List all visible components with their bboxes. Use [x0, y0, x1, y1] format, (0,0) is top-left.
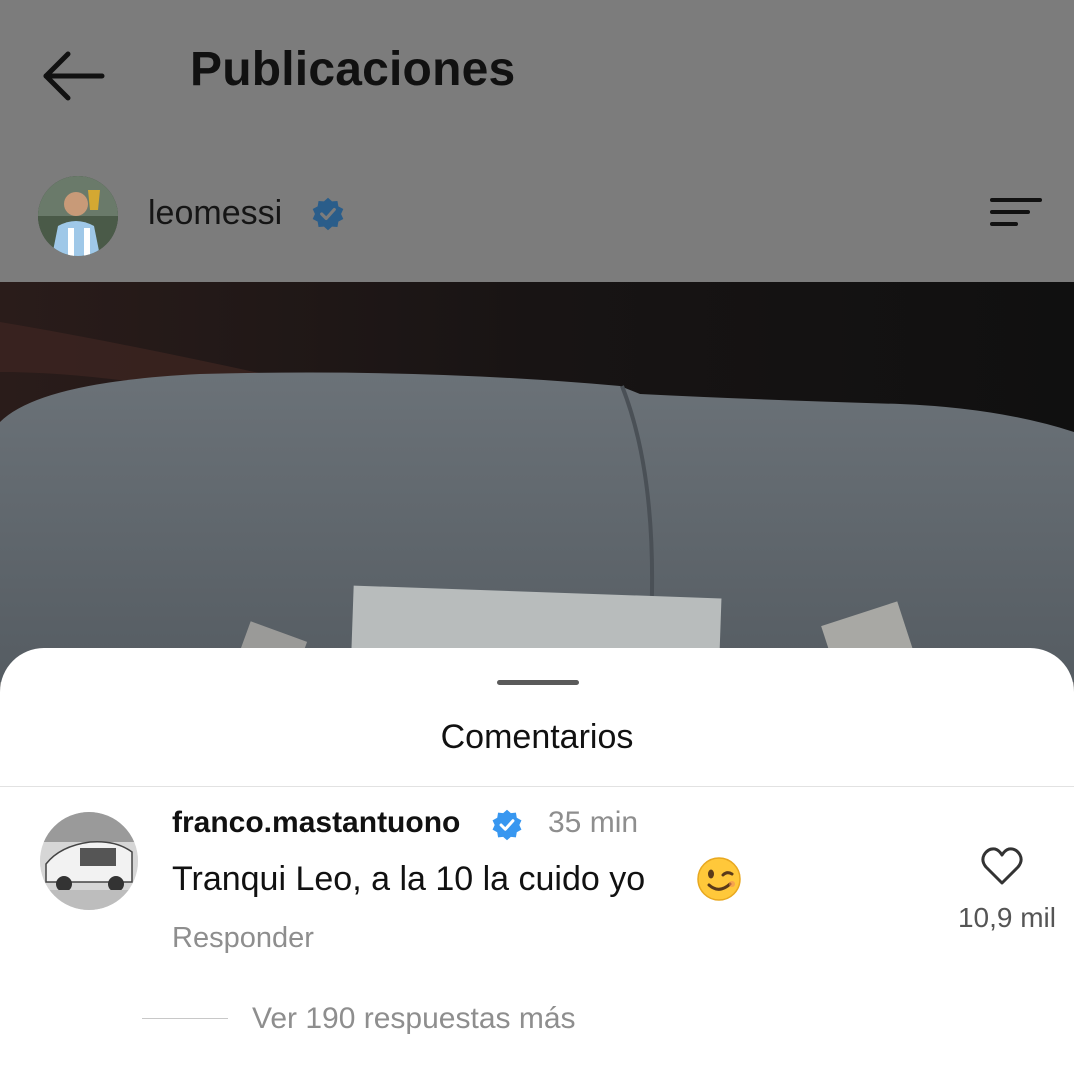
top-app-bar: Publicaciones leomessi — [0, 0, 1074, 282]
view-more-replies-button[interactable]: Ver 190 respuestas más — [252, 1002, 576, 1036]
author-avatar[interactable] — [38, 176, 118, 256]
post-photo — [0, 282, 1074, 682]
heart-icon[interactable] — [980, 846, 1024, 886]
wink-emoji-icon — [697, 857, 741, 901]
verified-badge-icon — [492, 809, 522, 841]
like-count: 10,9 mil — [957, 902, 1056, 933]
author-username[interactable]: leomessi — [148, 194, 282, 233]
comments-sheet: Comentarios franco.mastantuono 35 min Tr… — [0, 648, 1074, 1088]
page-title: Publicaciones — [190, 43, 516, 96]
author-photo — [38, 176, 118, 256]
verified-badge-icon — [312, 197, 344, 231]
sheet-drag-handle[interactable] — [497, 680, 579, 685]
commenter-avatar[interactable] — [40, 812, 138, 910]
back-arrow-icon — [43, 51, 105, 101]
comment-timestamp: 35 min — [548, 806, 639, 839]
back-button[interactable] — [38, 48, 108, 104]
sheet-divider — [0, 786, 1074, 787]
filter-menu-button[interactable] — [988, 194, 1044, 234]
comment-text: Tranqui Leo, a la 10 la cuido yo — [172, 860, 646, 898]
post-author-row: leomessi — [38, 176, 1038, 256]
commenter-photo — [40, 812, 138, 910]
reply-button[interactable]: Responder — [172, 922, 314, 955]
commenter-username[interactable]: franco.mastantuono — [172, 806, 460, 840]
sheet-title: Comentarios — [440, 718, 634, 756]
menu-lines-icon — [990, 198, 1042, 226]
replies-indent-line — [142, 1018, 228, 1019]
post-image — [0, 282, 1074, 682]
